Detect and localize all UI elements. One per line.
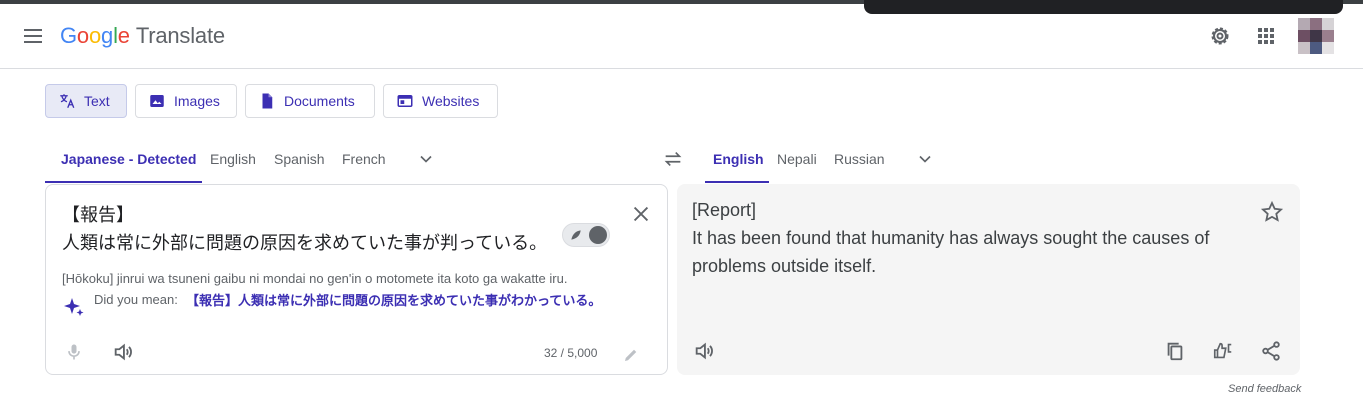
swap-languages-icon[interactable] (662, 148, 684, 170)
source-lang-tab-spanish[interactable]: Spanish (274, 151, 325, 167)
mode-text-button[interactable]: Text (45, 84, 127, 118)
logo-letter: G (60, 23, 77, 48)
star-icon[interactable] (1260, 200, 1284, 224)
image-icon (150, 95, 164, 107)
source-lang-underline (45, 181, 202, 183)
account-avatar[interactable] (1298, 18, 1334, 54)
source-lang-tab-english[interactable]: English (210, 151, 256, 167)
rate-translation-icon[interactable] (1212, 340, 1234, 362)
formality-toggle[interactable] (562, 223, 610, 247)
mode-images-button[interactable]: Images (135, 84, 237, 118)
source-lang-tab-detected[interactable]: Japanese - Detected (61, 151, 196, 167)
transliteration-text: [Hōkoku] jinrui wa tsuneni gaibu ni mond… (62, 271, 568, 286)
target-lang-underline (705, 181, 769, 183)
source-textarea[interactable]: 【報告】 人類は常に外部に問題の原因を求めていた事が判っている。 (62, 201, 562, 257)
sparkle-icon (64, 298, 84, 316)
logo-letter: e (117, 23, 130, 48)
settings-icon[interactable] (1208, 24, 1232, 48)
robot-icon (589, 226, 607, 244)
share-icon[interactable] (1260, 340, 1282, 362)
speaker-icon[interactable] (693, 340, 715, 362)
website-icon (397, 95, 413, 107)
character-count: 32 / 5,000 (544, 346, 598, 360)
logo-letter: g (101, 23, 114, 48)
mode-text-label: Text (84, 93, 110, 109)
mode-documents-label: Documents (284, 93, 355, 109)
target-text-panel: [Report] It has been found that humanity… (677, 184, 1300, 375)
target-lang-tab-nepali[interactable]: Nepali (777, 151, 817, 167)
mode-websites-button[interactable]: Websites (383, 84, 498, 118)
copy-icon[interactable] (1164, 340, 1186, 362)
leaf-icon (571, 230, 581, 240)
close-icon[interactable] (630, 203, 652, 225)
mode-documents-button[interactable]: Documents (245, 84, 375, 118)
translate-icon (60, 94, 75, 109)
microphone-icon[interactable] (64, 341, 84, 363)
target-lang-tab-russian[interactable]: Russian (834, 151, 885, 167)
apps-icon[interactable] (1254, 24, 1278, 48)
logo-letter: o (76, 23, 89, 48)
source-lang-tab-french[interactable]: French (342, 151, 386, 167)
menu-icon[interactable] (21, 24, 45, 48)
speaker-icon[interactable] (112, 341, 134, 363)
google-translate-logo[interactable]: Google Translate (60, 23, 225, 49)
pencil-icon[interactable] (622, 346, 640, 364)
logo-letter: o (88, 23, 102, 48)
translation-output: [Report] It has been found that humanity… (692, 200, 1210, 276)
mode-websites-label: Websites (422, 93, 480, 109)
chevron-down-icon[interactable] (915, 149, 935, 169)
product-name: Translate (135, 23, 225, 48)
mode-images-label: Images (174, 93, 220, 109)
document-icon (262, 93, 273, 109)
source-text-panel: 【報告】 人類は常に外部に問題の原因を求めていた事が判っている。 [Hōkoku… (45, 184, 668, 375)
target-lang-tab-english[interactable]: English (713, 151, 764, 167)
chevron-down-icon[interactable] (416, 149, 436, 169)
did-you-mean-suggestion[interactable]: 【報告】人類は常に外部に問題の原因を求めていた事がわかっている。 (94, 292, 619, 310)
send-feedback-link[interactable]: Send feedback (1228, 383, 1301, 395)
app-header: Google Translate (0, 4, 1363, 69)
